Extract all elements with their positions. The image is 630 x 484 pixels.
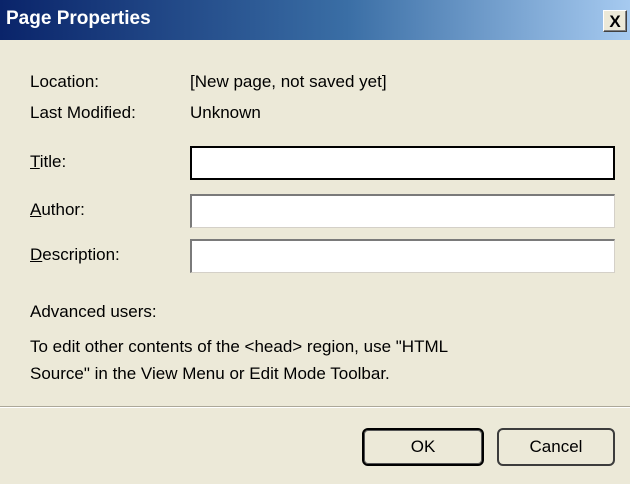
title-bar[interactable]: Page Properties X xyxy=(0,0,630,40)
advanced-note-line-1: To edit other contents of the <head> reg… xyxy=(30,337,449,356)
ok-button[interactable]: OK xyxy=(362,428,484,466)
description-input[interactable] xyxy=(190,239,615,273)
last-modified-label: Last Modified: xyxy=(30,103,136,122)
advanced-note-line-2: Source" in the View Menu or Edit Mode To… xyxy=(30,364,390,383)
advanced-heading: Advanced users: xyxy=(30,302,157,321)
cancel-button[interactable]: Cancel xyxy=(497,428,615,466)
title-mnemonic: T xyxy=(30,152,40,171)
title-label-text: itle: xyxy=(39,152,67,171)
location-label: Location: xyxy=(30,72,99,91)
description-label-text: escription: xyxy=(42,245,120,264)
title-label: Title: xyxy=(30,152,66,172)
author-label: Author: xyxy=(30,200,85,220)
button-separator xyxy=(0,406,630,408)
description-mnemonic: D xyxy=(30,245,43,264)
description-label: Description: xyxy=(30,245,120,265)
author-input[interactable] xyxy=(190,194,615,228)
advanced-note: To edit other contents of the <head> reg… xyxy=(30,333,448,387)
author-label-text: uthor: xyxy=(41,200,85,219)
author-mnemonic: A xyxy=(30,200,42,219)
location-value: [New page, not saved yet] xyxy=(190,72,387,91)
last-modified-value: Unknown xyxy=(190,103,261,122)
title-input[interactable] xyxy=(190,146,615,180)
dialog-title: Page Properties xyxy=(6,8,151,29)
close-icon[interactable]: X xyxy=(603,10,627,32)
